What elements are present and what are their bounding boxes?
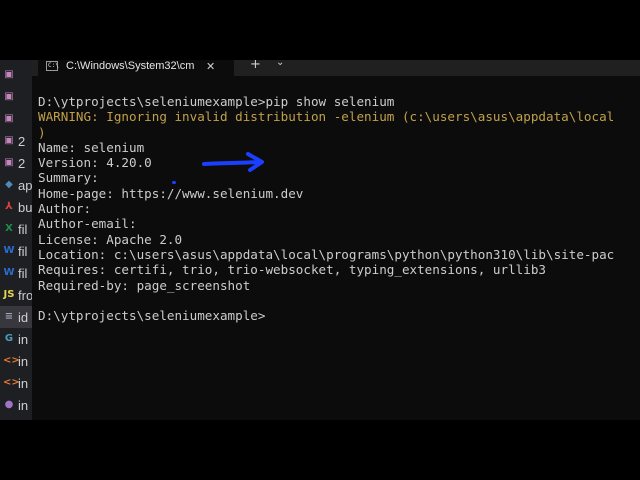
gear-file-icon: G: [4, 333, 14, 344]
sidebar-file-item[interactable]: Wfil: [0, 240, 32, 262]
sidebar-file-label: bu: [18, 199, 32, 215]
word-file-icon: W: [3, 245, 15, 256]
sidebar-file-label: fro: [18, 287, 32, 303]
sidebar-file-item[interactable]: ◆ ap: [0, 174, 32, 196]
sidebar-file-item[interactable]: <> in: [0, 350, 32, 372]
sidebar-file-item[interactable]: ● in: [0, 394, 32, 416]
console-line: License: Apache 2.0: [38, 231, 183, 247]
sidebar-file-label: in: [18, 331, 29, 347]
javascript-file-icon: JS: [3, 289, 15, 300]
sidebar-file-item[interactable]: <> in: [0, 372, 32, 394]
terminal-tab[interactable]: C:\ C:\Windows\System32\cmd.e ✕: [38, 60, 234, 76]
console-line: Summary:: [38, 170, 99, 186]
sidebar-file-label: 2: [18, 155, 26, 171]
pdf-file-icon: ⅄: [5, 201, 13, 212]
editor-file-explorer: ▣ ▣ ▣ ▣ 2 ▣ 2 ◆ ap ⅄ bu Xfil Wfil Wfil JS fro ≡ id Gin <> in…: [0, 60, 32, 420]
sidebar-file-item[interactable]: JS fro: [0, 284, 32, 306]
console-line: Required-by: page_screenshot: [38, 277, 251, 293]
console-line: Name: selenium: [38, 139, 145, 155]
text-file-icon: ≡: [4, 311, 14, 322]
console-line: Author:: [38, 201, 92, 217]
tab-title: C:\Windows\System32\cmd.e: [66, 60, 194, 72]
warning-line: WARNING: Ignoring invalid distribution -…: [38, 109, 615, 125]
console-line: Home-page: https://www.selenium.dev: [38, 185, 304, 201]
close-icon[interactable]: ✕: [206, 60, 215, 73]
image-file-icon: ▣: [4, 113, 14, 124]
console-output[interactable]: D:\ytprojects\seleniumexample>pip show s…: [38, 94, 640, 414]
console-line: D:\ytprojects\seleniumexample>pip show s…: [38, 94, 395, 109]
html-file-icon: <>: [3, 377, 20, 388]
sidebar-file-item[interactable]: ≡ id: [0, 306, 32, 328]
sidebar-file-item[interactable]: Gin: [0, 328, 32, 350]
sidebar-file-label: in: [18, 375, 29, 391]
screen-frame: ▣ ▣ ▣ ▣ 2 ▣ 2 ◆ ap ⅄ bu Xfil Wfil Wfil JS fro ≡ id Gin <> in…: [0, 60, 640, 420]
sidebar-file-label: fil: [18, 265, 28, 281]
annotation-dot: [172, 181, 176, 184]
sidebar-file-item[interactable]: ⅄ bu: [0, 196, 32, 218]
sidebar-file-label: in: [18, 353, 29, 369]
sidebar-file-item[interactable]: Xfil: [0, 218, 32, 240]
annotation-arrow: [202, 152, 264, 172]
html-file-icon: <>: [3, 355, 20, 366]
sidebar-file-item[interactable]: ▣ 2: [0, 152, 32, 174]
sidebar-file-label: fil: [18, 243, 28, 259]
image-file-icon: ▣: [4, 69, 14, 80]
sidebar-file-label: 2: [18, 133, 26, 149]
sidebar-file-label: ap: [18, 177, 32, 193]
image-file-icon: ▣: [4, 91, 14, 102]
sidebar-file-item[interactable]: ▣: [0, 86, 32, 108]
console-line: Location: c:\users\asus\appdata\local\pr…: [38, 246, 615, 262]
word-file-icon: W: [3, 267, 15, 278]
console-line: Author-email:: [38, 216, 137, 232]
chevron-down-icon[interactable]: ⌄: [276, 60, 284, 68]
sidebar-file-label: id: [18, 309, 29, 325]
new-tab-button[interactable]: +: [250, 60, 261, 72]
sidebar-file-item[interactable]: Wfil: [0, 262, 32, 284]
console-line: Version: 4.20.0: [38, 155, 152, 171]
sidebar-file-item[interactable]: ▣: [0, 64, 32, 86]
image-file-icon: ▣: [4, 135, 14, 146]
console-line: Requires: certifi, trio, trio-websocket,…: [38, 262, 546, 278]
console-line: D:\ytprojects\seleniumexample>: [38, 308, 266, 324]
sidebar-file-label: in: [18, 397, 29, 413]
excel-file-icon: X: [5, 223, 13, 234]
image-file-icon: ▣: [4, 157, 14, 168]
sidebar-file-label: fil: [18, 221, 28, 237]
terminal-window: C:\ C:\Windows\System32\cmd.e ✕ + ⌄ D:\y…: [32, 60, 640, 420]
terminal-tab-bar: C:\ C:\Windows\System32\cmd.e ✕ + ⌄: [32, 60, 640, 76]
php-file-icon: ●: [4, 399, 14, 410]
cmd-icon: C:\: [46, 61, 59, 71]
sidebar-file-item[interactable]: ▣ 2: [0, 130, 32, 152]
sidebar-file-item[interactable]: ▣: [0, 108, 32, 130]
python-file-icon: ◆: [5, 179, 13, 190]
warning-line: ): [38, 124, 46, 140]
